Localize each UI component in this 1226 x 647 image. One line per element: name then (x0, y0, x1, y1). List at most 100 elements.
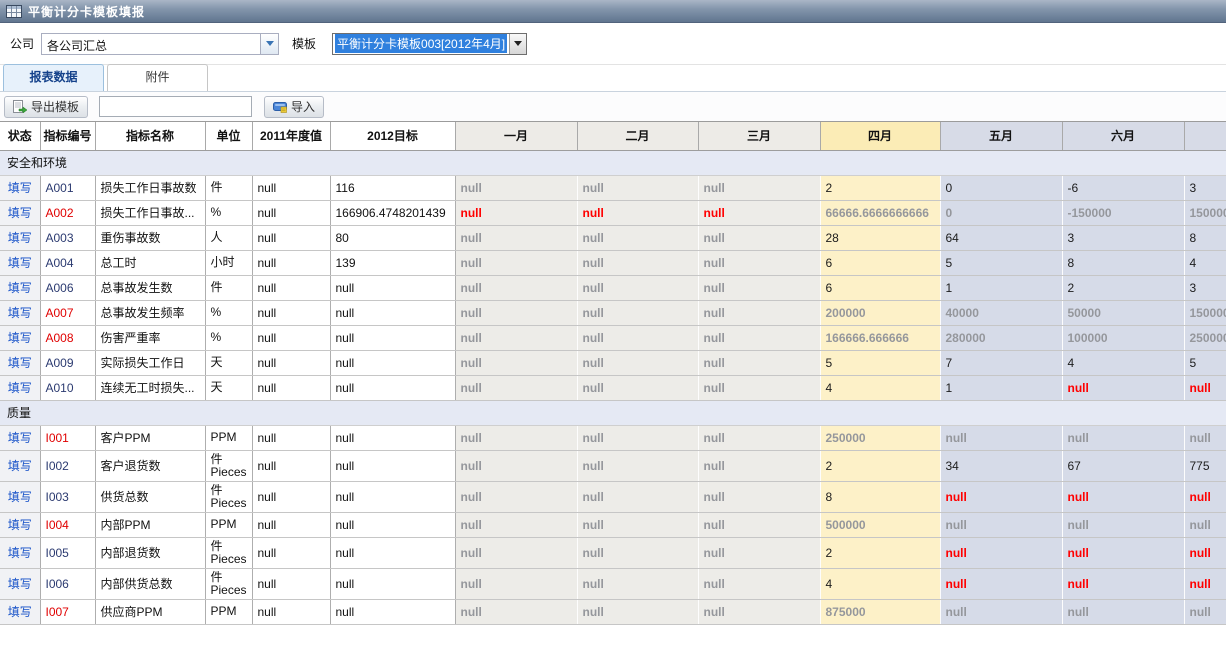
import-file-input[interactable] (99, 96, 252, 117)
indicator-name: 损失工作日事故数 (95, 175, 205, 200)
fill-link[interactable]: 填写 (8, 231, 32, 245)
indicator-code-cell: A002 (40, 200, 95, 225)
month-value-cell: null (455, 450, 577, 481)
month-value-cell: null (577, 425, 698, 450)
template-select-value-wrap: 平衡计分卡模板003[2012年4月] (333, 34, 509, 54)
month-value: 5 (1190, 356, 1197, 370)
fill-link[interactable]: 填写 (8, 281, 32, 295)
month-value: null (946, 490, 967, 504)
month-value-cell: 6 (820, 275, 940, 300)
month-value-cell: null (1184, 599, 1226, 624)
column-header[interactable]: 三月 (698, 122, 820, 150)
month-value-cell: null (940, 512, 1062, 537)
company-combo-value: 各公司汇总 (42, 34, 260, 54)
table-row: 填写A001损失工作日事故数件null116nullnullnull20-63 (0, 175, 1226, 200)
chevron-down-icon[interactable] (260, 34, 278, 54)
indicator-name: 实际损失工作日 (95, 350, 205, 375)
tab-attachments[interactable]: 附件 (107, 64, 208, 91)
column-header[interactable]: 2012目标 (330, 122, 455, 150)
month-value-cell: 7 (940, 350, 1062, 375)
indicator-code-cell: I003 (40, 481, 95, 512)
value-2011-cell: null (252, 275, 330, 300)
column-header[interactable]: 五月 (940, 122, 1062, 150)
fill-link[interactable]: 填写 (8, 306, 32, 320)
column-header[interactable] (1184, 122, 1226, 150)
fill-link[interactable]: 填写 (8, 459, 32, 473)
fill-link[interactable]: 填写 (8, 331, 32, 345)
unit-cell: 件 (205, 275, 252, 300)
fill-link[interactable]: 填写 (8, 490, 32, 504)
month-value-cell: -150000 (1062, 200, 1184, 225)
month-value-cell: null (455, 537, 577, 568)
month-value-cell: 500000 (820, 512, 940, 537)
fill-link[interactable]: 填写 (8, 577, 32, 591)
month-value-cell: null (455, 568, 577, 599)
template-select[interactable]: 平衡计分卡模板003[2012年4月] (332, 33, 527, 55)
unit-cell: 件 Pieces (205, 537, 252, 568)
fill-link[interactable]: 填写 (8, 431, 32, 445)
month-value-cell: 775 (1184, 450, 1226, 481)
fill-link[interactable]: 填写 (8, 381, 32, 395)
fill-link[interactable]: 填写 (8, 181, 32, 195)
month-value: null (704, 490, 725, 504)
month-value-cell: 280000 (940, 325, 1062, 350)
month-value: null (461, 381, 482, 395)
indicator-code-cell: I006 (40, 568, 95, 599)
status-cell: 填写 (0, 275, 40, 300)
month-value-cell: 5 (820, 350, 940, 375)
column-header[interactable]: 指标编号 (40, 122, 95, 150)
month-value: null (946, 546, 967, 560)
month-value: null (1190, 490, 1211, 504)
column-header[interactable]: 状态 (0, 122, 40, 150)
value-2011-cell: null (252, 225, 330, 250)
month-value: 3 (1190, 181, 1197, 195)
fill-link[interactable]: 填写 (8, 256, 32, 270)
month-value: null (583, 181, 604, 195)
month-value-cell: null (1184, 537, 1226, 568)
indicator-name: 内部供货总数 (95, 568, 205, 599)
month-value-cell: 4 (1062, 350, 1184, 375)
fill-link[interactable]: 填写 (8, 356, 32, 370)
section-row: 质量 (0, 400, 1226, 425)
month-value: 0 (946, 206, 953, 220)
column-header[interactable]: 2011年度值 (252, 122, 330, 150)
column-header[interactable]: 二月 (577, 122, 698, 150)
fill-link[interactable]: 填写 (8, 206, 32, 220)
indicator-name: 客户退货数 (95, 450, 205, 481)
tab-report-data[interactable]: 报表数据 (3, 64, 104, 91)
month-value: 34 (946, 459, 959, 473)
month-value: null (704, 459, 725, 473)
chevron-down-icon[interactable] (509, 34, 526, 54)
table-row: 填写I001客户PPMPPMnullnullnullnullnull250000… (0, 425, 1226, 450)
target-2012-cell: null (330, 425, 455, 450)
fill-link[interactable]: 填写 (8, 518, 32, 532)
unit-cell: 天 (205, 375, 252, 400)
month-value-cell: 1 (940, 375, 1062, 400)
company-combo[interactable]: 各公司汇总 (41, 33, 279, 55)
column-header[interactable]: 六月 (1062, 122, 1184, 150)
column-header[interactable]: 单位 (205, 122, 252, 150)
column-header[interactable]: 指标名称 (95, 122, 205, 150)
month-value: null (946, 431, 967, 445)
month-value-cell: null (577, 450, 698, 481)
template-label: 模板 (292, 35, 316, 52)
company-label: 公司 (10, 35, 34, 52)
month-value-cell: 150000 (1184, 200, 1226, 225)
month-value: null (704, 356, 725, 370)
section-row: 安全和环境 (0, 150, 1226, 175)
unit-cell: PPM (205, 599, 252, 624)
column-header[interactable]: 一月 (455, 122, 577, 150)
import-button[interactable]: 导入 (264, 96, 324, 118)
tab-strip: 报表数据 附件 (0, 64, 1226, 92)
export-template-button[interactable]: 导出模板 (4, 96, 88, 118)
month-value: null (704, 231, 725, 245)
month-value: 8 (826, 490, 833, 504)
fill-link[interactable]: 填写 (8, 605, 32, 619)
status-cell: 填写 (0, 481, 40, 512)
target-2012-cell: 80 (330, 225, 455, 250)
month-value: 3 (1068, 231, 1075, 245)
fill-link[interactable]: 填写 (8, 546, 32, 560)
month-value-cell: 67 (1062, 450, 1184, 481)
month-value-cell: 166666.666666 (820, 325, 940, 350)
column-header[interactable]: 四月 (820, 122, 940, 150)
